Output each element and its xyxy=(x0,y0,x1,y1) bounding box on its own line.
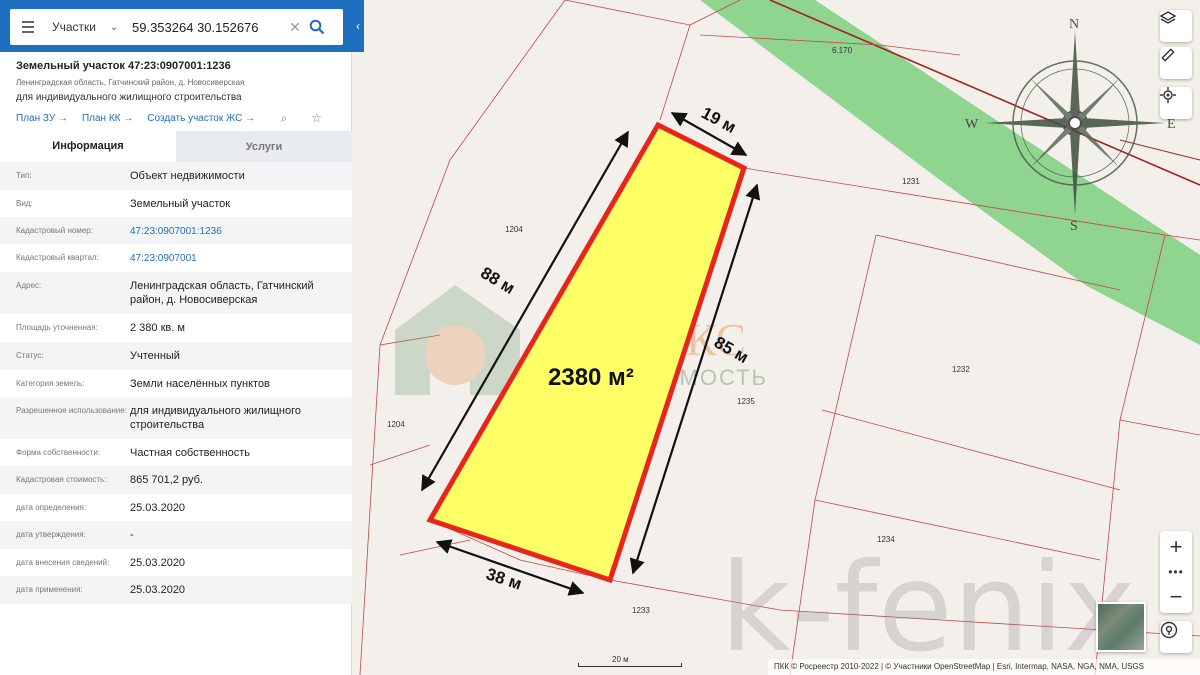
parcel-label-1232: 1232 xyxy=(952,365,970,374)
object-title: Земельный участок 47:23:0907001:1236 xyxy=(16,60,231,72)
attribute-table: Тип: Объект недвижимости Вид: Земельный уча… xyxy=(0,162,352,604)
compass-s: S xyxy=(1070,219,1078,234)
attribute-key: Тип: xyxy=(16,171,32,180)
zoom-in-button[interactable]: + xyxy=(1160,531,1192,563)
scale-bar xyxy=(578,663,682,667)
parcel-label-1233: 1233 xyxy=(632,606,650,615)
attribute-key: дата применения: xyxy=(16,585,83,594)
attribute-key: Разрешенное использование: xyxy=(16,406,127,415)
attribute-value: Учтенный xyxy=(130,350,180,362)
collapse-panel-icon[interactable]: ‹ xyxy=(352,12,364,40)
measure-button[interactable] xyxy=(1160,47,1192,79)
search-bar: Участки ⌄ ✕ ‹ xyxy=(0,0,364,52)
zoom-controls: + ••• − xyxy=(1160,531,1192,613)
compass-w: W xyxy=(965,117,979,132)
attribute-key: дата внесения сведений: xyxy=(16,558,110,567)
scale-label: 20 м xyxy=(612,655,629,664)
info-icon xyxy=(1160,621,1178,639)
attribute-row: дата определения: 25.03.2020 xyxy=(0,494,352,521)
attribute-key: Кадастровая стоимость: xyxy=(16,475,107,484)
attribute-value-link[interactable]: 47:23:0907001 xyxy=(130,244,342,272)
attribute-row: Кадастровая стоимость: 865 701,2 руб. xyxy=(0,466,352,494)
attribute-key: Площадь уточненная: xyxy=(16,323,98,332)
search-input[interactable] xyxy=(124,19,286,35)
object-address: Ленинградская область, Гатчинский район,… xyxy=(16,78,245,87)
attribute-key: дата определения: xyxy=(16,503,87,512)
attribute-row: Разрешенное использование: для индивидуал… xyxy=(0,397,352,439)
link-plan-kk[interactable]: План КК → xyxy=(82,113,133,124)
attribute-value: Земли населённых пунктов xyxy=(130,378,270,390)
clear-icon[interactable]: ✕ xyxy=(286,19,304,36)
attribute-key: Кадастровый квартал: xyxy=(16,253,99,262)
parcel-label-1204-b: 1204 xyxy=(387,420,405,429)
attribute-row: Кадастровый номер: 47:23:0907001:1236 xyxy=(0,217,352,244)
attribute-key: Форма собственности: xyxy=(16,448,101,457)
tabs: Информация Услуги xyxy=(0,131,352,162)
parcel-label-1204: 1204 xyxy=(505,225,523,234)
attribute-value: - xyxy=(130,529,134,541)
locate-button[interactable] xyxy=(1160,87,1192,119)
attribute-value: Объект недвижимости xyxy=(130,170,245,182)
link-plan-zu[interactable]: План ЗУ → xyxy=(16,113,68,124)
attribute-key: дата утверждения: xyxy=(16,530,86,539)
attribute-row: дата внесения сведений: 25.03.2020 xyxy=(0,549,352,576)
attribute-row: дата применения: 25.03.2020 xyxy=(0,576,352,604)
crosshair-icon xyxy=(1160,87,1176,103)
ruler-icon xyxy=(1161,48,1175,62)
attribute-row: Тип: Объект недвижимости xyxy=(0,162,352,190)
attribute-row: Кадастровый квартал: 47:23:0907001 xyxy=(0,244,352,272)
layers-icon xyxy=(1160,11,1176,24)
object-links: План ЗУ → План КК → Создать участок ЖС →… xyxy=(16,111,336,126)
attribute-row: дата утверждения: - xyxy=(0,521,352,549)
info-panel: Участки ⌄ ✕ ‹ Земельный участок 47:23:09… xyxy=(0,0,364,675)
basemap-thumbnail[interactable] xyxy=(1096,602,1146,652)
attribute-value: 25.03.2020 xyxy=(130,502,186,514)
parcel-label-6170: 6.170 xyxy=(832,46,853,55)
attribute-key: Категория земель: xyxy=(16,379,85,388)
plot-area-label: 2380 м² xyxy=(548,364,634,391)
attribute-key: Статус: xyxy=(16,351,44,360)
object-header: Земельный участок 47:23:0907001:1236 Лен… xyxy=(0,52,352,126)
attribute-value: Земельный участок xyxy=(130,198,231,210)
zoom-out-button[interactable]: − xyxy=(1160,581,1192,613)
attribute-value: для индивидуального жилищного строительс… xyxy=(130,405,302,431)
menu-icon[interactable] xyxy=(10,21,46,33)
attribute-row: Вид: Земельный участок xyxy=(0,190,352,217)
map-attribution: ПКК © Росреестр 2010-2022 | © Участники … xyxy=(767,659,1200,675)
attribute-key: Кадастровый номер: xyxy=(16,226,93,235)
tab-services[interactable]: Услуги xyxy=(176,131,352,162)
tab-information[interactable]: Информация xyxy=(0,131,176,162)
attribute-row: Категория земель: Земли населённых пункто… xyxy=(0,370,352,397)
star-icon[interactable]: ☆ xyxy=(311,111,322,126)
attribute-value: Частная собственность xyxy=(130,447,251,459)
site-watermark: k-fenix xyxy=(720,537,1136,675)
attribute-row: Статус: Учтенный xyxy=(0,342,352,370)
info-button[interactable] xyxy=(1160,621,1192,653)
object-purpose: для индивидуального жилищного строительс… xyxy=(16,92,242,103)
more-dots-icon[interactable]: ••• xyxy=(1160,563,1192,581)
parcel-label-1235: 1235 xyxy=(737,397,755,406)
attribute-value: 865 701,2 руб. xyxy=(130,474,203,486)
search-icon[interactable] xyxy=(304,9,330,45)
search-doc-icon[interactable]: ⌕ xyxy=(281,111,288,126)
chevron-down-icon[interactable]: ⌄ xyxy=(110,22,124,33)
attribute-value: 25.03.2020 xyxy=(130,557,186,569)
layers-button[interactable] xyxy=(1160,10,1192,42)
compass-n: N xyxy=(1069,17,1079,32)
attribute-key: Адрес: xyxy=(16,281,42,290)
attribute-value: 2 380 кв. м xyxy=(130,322,185,334)
attribute-row: Площадь уточненная: 2 380 кв. м xyxy=(0,314,352,342)
attribute-row: Форма собственности: Частная собственност… xyxy=(0,439,352,466)
parcel-label-1231: 1231 xyxy=(902,177,920,186)
attribute-value-link[interactable]: 47:23:0907001:1236 xyxy=(130,217,342,244)
attribute-value: Ленинградская область, Гатчинский район,… xyxy=(130,280,314,306)
search-type-select[interactable]: Участки xyxy=(46,20,110,34)
attribute-row: Адрес: Ленинградская область, Гатчинский … xyxy=(0,272,352,314)
attribute-value: 25.03.2020 xyxy=(130,584,186,596)
search-box: Участки ⌄ ✕ xyxy=(10,9,343,45)
compass-e: E xyxy=(1167,117,1176,132)
attribute-key: Вид: xyxy=(16,199,33,208)
link-create-plot[interactable]: Создать участок ЖС → xyxy=(147,113,255,124)
